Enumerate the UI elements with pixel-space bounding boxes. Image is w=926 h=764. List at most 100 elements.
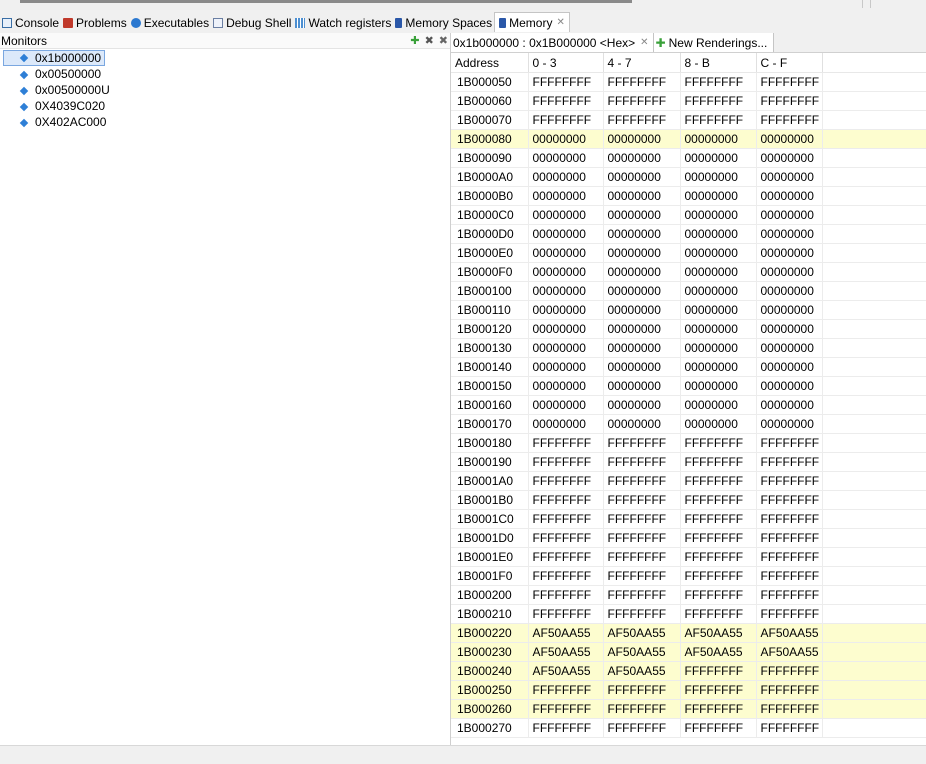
memory-value-cell[interactable]: FFFFFFFF	[603, 680, 681, 700]
memory-value-cell[interactable]: 00000000	[528, 357, 604, 377]
memory-value-cell[interactable]: FFFFFFFF	[603, 718, 681, 738]
memory-value-cell[interactable]: 00000000	[603, 376, 681, 396]
close-icon[interactable]: ✕	[640, 37, 648, 48]
memory-value-cell[interactable]: FFFFFFFF	[756, 566, 823, 586]
monitor-item[interactable]: 0x00500000U	[0, 82, 450, 98]
memory-value-cell[interactable]: FFFFFFFF	[680, 91, 757, 111]
memory-value-cell[interactable]: AF50AA55	[528, 623, 604, 643]
memory-value-cell[interactable]: 00000000	[603, 205, 681, 225]
memory-value-cell[interactable]: FFFFFFFF	[680, 604, 757, 624]
memory-value-cell[interactable]: FFFFFFFF	[756, 91, 823, 111]
memory-value-cell[interactable]: FFFFFFFF	[603, 566, 681, 586]
memory-value-cell[interactable]: 00000000	[680, 357, 757, 377]
memory-value-cell[interactable]: FFFFFFFF	[528, 91, 604, 111]
memory-value-cell[interactable]: 00000000	[756, 148, 823, 168]
address-cell[interactable]: 1B000110	[451, 300, 529, 320]
memory-value-cell[interactable]: FFFFFFFF	[603, 585, 681, 605]
memory-value-cell[interactable]: 00000000	[756, 376, 823, 396]
memory-value-cell[interactable]: 00000000	[756, 167, 823, 187]
address-cell[interactable]: 1B000070	[451, 110, 529, 130]
memory-value-cell[interactable]: 00000000	[756, 319, 823, 339]
tab-executables[interactable]: Executables	[129, 13, 211, 32]
memory-value-cell[interactable]: 00000000	[680, 281, 757, 301]
column-header-0-3[interactable]: 0 - 3	[528, 53, 604, 73]
memory-value-cell[interactable]: 00000000	[528, 414, 604, 434]
address-cell[interactable]: 1B0000F0	[451, 262, 529, 282]
memory-value-cell[interactable]: 00000000	[528, 281, 604, 301]
address-cell[interactable]: 1B000150	[451, 376, 529, 396]
address-cell[interactable]: 1B0001E0	[451, 547, 529, 567]
memory-value-cell[interactable]: 00000000	[603, 167, 681, 187]
memory-value-cell[interactable]: 00000000	[603, 281, 681, 301]
memory-value-cell[interactable]: FFFFFFFF	[680, 452, 757, 472]
memory-value-cell[interactable]: FFFFFFFF	[603, 110, 681, 130]
memory-value-cell[interactable]: 00000000	[756, 243, 823, 263]
memory-value-cell[interactable]: FFFFFFFF	[756, 699, 823, 719]
column-header-4-7[interactable]: 4 - 7	[603, 53, 681, 73]
memory-value-cell[interactable]: FFFFFFFF	[680, 718, 757, 738]
memory-value-cell[interactable]: 00000000	[528, 395, 604, 415]
memory-value-cell[interactable]: AF50AA55	[603, 661, 681, 681]
memory-value-cell[interactable]: 00000000	[528, 129, 604, 149]
memory-value-cell[interactable]: FFFFFFFF	[756, 509, 823, 529]
memory-value-cell[interactable]: FFFFFFFF	[528, 547, 604, 567]
address-cell[interactable]: 1B000120	[451, 319, 529, 339]
address-cell[interactable]: 1B000210	[451, 604, 529, 624]
remove-all-monitors-icon[interactable]: ✖	[439, 34, 448, 47]
memory-value-cell[interactable]: FFFFFFFF	[680, 680, 757, 700]
memory-value-cell[interactable]: 00000000	[603, 129, 681, 149]
memory-value-cell[interactable]: 00000000	[680, 338, 757, 358]
address-cell[interactable]: 1B000140	[451, 357, 529, 377]
memory-value-cell[interactable]: FFFFFFFF	[756, 585, 823, 605]
memory-value-cell[interactable]: AF50AA55	[756, 623, 823, 643]
memory-value-cell[interactable]: FFFFFFFF	[680, 509, 757, 529]
memory-value-cell[interactable]: FFFFFFFF	[756, 661, 823, 681]
memory-value-cell[interactable]: FFFFFFFF	[756, 72, 823, 92]
memory-value-cell[interactable]: 00000000	[603, 148, 681, 168]
memory-value-cell[interactable]: FFFFFFFF	[756, 433, 823, 453]
memory-value-cell[interactable]: AF50AA55	[528, 642, 604, 662]
memory-value-cell[interactable]: 00000000	[603, 300, 681, 320]
memory-value-cell[interactable]: 00000000	[756, 395, 823, 415]
memory-value-cell[interactable]: FFFFFFFF	[680, 433, 757, 453]
address-cell[interactable]: 1B000220	[451, 623, 529, 643]
memory-value-cell[interactable]: 00000000	[528, 262, 604, 282]
monitor-item[interactable]: 0x00500000	[0, 66, 450, 82]
memory-value-cell[interactable]: FFFFFFFF	[528, 718, 604, 738]
memory-value-cell[interactable]: FFFFFFFF	[756, 490, 823, 510]
memory-value-cell[interactable]: 00000000	[680, 148, 757, 168]
tab-memory[interactable]: Memory ✕	[494, 12, 570, 32]
memory-value-cell[interactable]: 00000000	[756, 262, 823, 282]
memory-value-cell[interactable]: FFFFFFFF	[528, 585, 604, 605]
monitor-item[interactable]: 0X402AC000	[0, 114, 450, 130]
memory-value-cell[interactable]: FFFFFFFF	[756, 528, 823, 548]
tab-debug-shell[interactable]: Debug Shell	[211, 13, 293, 32]
new-renderings-tab[interactable]: ✚ New Renderings...	[653, 33, 775, 52]
memory-value-cell[interactable]: AF50AA55	[528, 661, 604, 681]
memory-value-cell[interactable]: FFFFFFFF	[680, 72, 757, 92]
address-cell[interactable]: 1B0000A0	[451, 167, 529, 187]
memory-value-cell[interactable]: FFFFFFFF	[528, 490, 604, 510]
memory-value-cell[interactable]: 00000000	[528, 167, 604, 187]
memory-value-cell[interactable]: FFFFFFFF	[603, 604, 681, 624]
tab-console[interactable]: Console	[0, 13, 61, 32]
memory-value-cell[interactable]: 00000000	[528, 224, 604, 244]
memory-value-cell[interactable]: 00000000	[603, 338, 681, 358]
memory-value-cell[interactable]: FFFFFFFF	[756, 604, 823, 624]
memory-value-cell[interactable]: 00000000	[680, 243, 757, 263]
memory-value-cell[interactable]: 00000000	[528, 376, 604, 396]
memory-value-cell[interactable]: 00000000	[528, 300, 604, 320]
monitor-item[interactable]: 0X4039C020	[0, 98, 450, 114]
address-cell[interactable]: 1B0000C0	[451, 205, 529, 225]
memory-value-cell[interactable]: 00000000	[680, 186, 757, 206]
remove-monitor-icon[interactable]: ✖	[425, 34, 434, 47]
memory-value-cell[interactable]: FFFFFFFF	[680, 471, 757, 491]
address-cell[interactable]: 1B0001B0	[451, 490, 529, 510]
memory-value-cell[interactable]: FFFFFFFF	[756, 680, 823, 700]
memory-value-cell[interactable]: 00000000	[603, 319, 681, 339]
memory-value-cell[interactable]: 00000000	[756, 129, 823, 149]
address-cell[interactable]: 1B000090	[451, 148, 529, 168]
tab-hex-rendering[interactable]: 0x1b000000 : 0x1B000000 <Hex> ✕	[451, 33, 654, 52]
memory-value-cell[interactable]: 00000000	[680, 167, 757, 187]
memory-value-cell[interactable]: 00000000	[603, 262, 681, 282]
